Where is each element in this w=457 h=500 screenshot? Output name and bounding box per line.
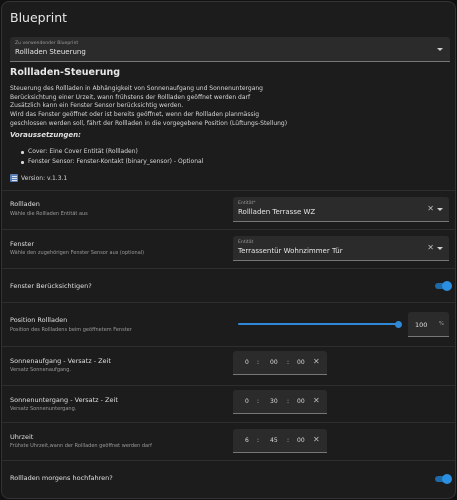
- fenster-entity-picker[interactable]: Entität Terrassentür Wohnzimmer Tür ✕: [233, 236, 449, 261]
- morgens-hochfahren-toggle[interactable]: [435, 474, 452, 484]
- chevron-down-icon[interactable]: [437, 48, 443, 51]
- bullet-icon: [21, 151, 24, 154]
- fenster-beruecksichtigen-toggle[interactable]: [435, 281, 452, 291]
- requirement-item: Fenster Sensor: Fenster-Kontakt (binary_…: [28, 158, 204, 165]
- position-slider[interactable]: [238, 320, 402, 328]
- seconds-field[interactable]: 00: [297, 359, 305, 366]
- close-icon[interactable]: ✕: [427, 204, 434, 214]
- seconds-field[interactable]: 00: [297, 398, 305, 405]
- blueprint-select-label: Zu verwendender Blueprint: [15, 41, 79, 46]
- divider: [2, 229, 455, 230]
- field-label-morgens: Rollladen morgens hochfahren?: [10, 474, 113, 482]
- version-text: Version: v.1.3.1: [21, 174, 68, 182]
- description-line: Steuerung des Rollladen in Abhängigkeit …: [10, 85, 263, 92]
- bullet-icon: [21, 161, 24, 164]
- blueprint-heading: Rollladen-Steuerung: [10, 67, 121, 78]
- field-desc-sonnenuntergang: Versatz Sonnenuntergang.: [10, 406, 77, 412]
- field-label-fenster-beruecksichtigen: Fenster Berücksichtigen?: [10, 282, 92, 290]
- position-value: 100: [415, 321, 428, 329]
- chevron-down-icon[interactable]: [437, 247, 443, 250]
- field-desc-position: Position des Rollladens beim geöffnetem …: [10, 327, 132, 333]
- field-label-rollladen: Rollladen: [10, 200, 40, 208]
- time-separator: :: [287, 437, 290, 444]
- page-title: Blueprint: [10, 10, 68, 25]
- divider: [2, 302, 455, 303]
- entity-label: Entität*: [238, 201, 256, 206]
- blueprint-select[interactable]: Zu verwendender Blueprint Rollladen Steu…: [10, 37, 450, 62]
- close-icon[interactable]: ✕: [427, 243, 434, 253]
- time-separator: :: [287, 359, 290, 366]
- sonnenuntergang-time-input[interactable]: 0 : 30 : 00 ✕: [233, 390, 327, 414]
- divider: [2, 385, 455, 386]
- chevron-down-icon[interactable]: [437, 208, 443, 211]
- entity-label: Entität: [238, 240, 254, 245]
- slider-handle[interactable]: [394, 320, 402, 328]
- divider: [2, 460, 455, 461]
- divider: [2, 346, 455, 347]
- sonnenaufgang-time-input[interactable]: 0 : 00 : 00 ✕: [233, 351, 327, 375]
- rollladen-entity-picker[interactable]: Entität* Rollladen Terrasse WZ ✕: [233, 197, 449, 222]
- field-label-fenster: Fenster: [10, 240, 35, 248]
- minutes-field[interactable]: 00: [270, 359, 278, 366]
- close-icon[interactable]: ✕: [313, 357, 320, 366]
- close-icon[interactable]: ✕: [313, 396, 320, 405]
- description-line: geschlossen werden soll, fährt der Rolll…: [10, 119, 288, 127]
- position-unit: %: [438, 321, 444, 327]
- field-label-uhrzeit: Uhrzeit: [10, 433, 34, 441]
- minutes-field[interactable]: 30: [270, 398, 278, 405]
- field-desc-uhrzeit: Frühste Uhrzeit,wann der Rollladen geöff…: [10, 443, 152, 449]
- field-label-sonnenuntergang: Sonnenuntergang - Versatz - Zeit: [10, 396, 118, 404]
- hours-field[interactable]: 0: [245, 398, 249, 405]
- close-icon[interactable]: ✕: [313, 435, 320, 444]
- position-number-input[interactable]: 100 %: [408, 312, 449, 337]
- field-label-position: Position Rollladen: [10, 316, 68, 324]
- time-separator: :: [287, 398, 290, 405]
- time-separator: :: [257, 359, 260, 366]
- field-label-sonnenaufgang: Sonnenaufgang - Versatz - Zeit: [10, 357, 111, 365]
- minutes-field[interactable]: 45: [270, 437, 278, 444]
- uhrzeit-time-input[interactable]: 6 : 45 : 00 ✕: [233, 429, 327, 453]
- time-separator: :: [257, 398, 260, 405]
- blueprint-card: Blueprint Zu verwendender Blueprint Roll…: [1, 1, 456, 499]
- hours-field[interactable]: 0: [245, 359, 249, 366]
- description-line: Berücksichtung einer Urzeit, wann frühst…: [10, 93, 251, 101]
- blueprint-description: Steuerung des Rollladen in Abhängigkeit …: [10, 85, 287, 129]
- divider: [2, 422, 455, 423]
- requirement-item: Cover: Eine Cover Entität (Rollladen): [28, 148, 138, 155]
- description-line: Wird das Fenster geöffnet oder ist berei…: [10, 111, 260, 119]
- time-separator: :: [257, 437, 260, 444]
- divider: [2, 190, 455, 191]
- description-line: Zusätzlich kann ein Fenster Sensor berüc…: [10, 102, 184, 110]
- divider: [2, 268, 455, 269]
- field-desc-rollladen: Wähle die Rollladen Entität aus: [10, 211, 88, 217]
- entity-value: Terrassentür Wohnzimmer Tür: [238, 247, 343, 255]
- requirements-heading: Voraussetzungen:: [10, 131, 81, 139]
- field-desc-sonnenaufgang: Versatz Sonnenaufgang.: [10, 367, 71, 373]
- entity-value: Rollladen Terrasse WZ: [238, 208, 316, 216]
- seconds-field[interactable]: 00: [297, 437, 305, 444]
- blueprint-select-value: Rollladen Steuerung: [15, 48, 86, 56]
- version-info: Version: v.1.3.1: [10, 174, 67, 182]
- hours-field[interactable]: 6: [245, 437, 249, 444]
- calendar-icon: [10, 174, 18, 182]
- field-desc-fenster: Wähle den zugehörigen Fenster Sensor aus…: [10, 250, 145, 256]
